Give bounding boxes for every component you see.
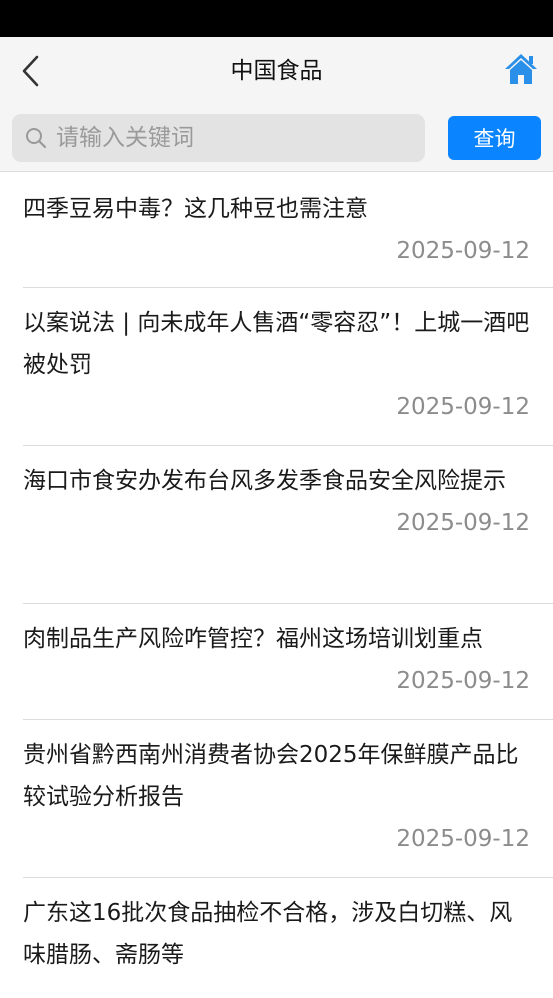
list-item[interactable]: 贵州省黔西南州消费者协会2025年保鲜膜产品比较试验分析报告 2025-09-1…	[23, 720, 553, 878]
news-title: 肉制品生产风险咋管控？福州这场培训划重点	[23, 626, 483, 652]
news-title: 广东这16批次食品抽检不合格，涉及白切糕、风味腊肠、斋肠等	[23, 900, 513, 968]
news-date: 2025-09-12	[396, 826, 530, 852]
list-item[interactable]: 广东这16批次食品抽检不合格，涉及白切糕、风味腊肠、斋肠等	[23, 878, 553, 998]
news-title: 以案说法 | 向未成年人售酒“零容忍”！上城一酒吧被处罚	[23, 310, 530, 378]
status-bar	[0, 0, 553, 37]
home-button[interactable]	[501, 49, 541, 89]
list-item[interactable]: 四季豆易中毒？这几种豆也需注意 2025-09-12	[23, 172, 553, 288]
news-date: 2025-09-12	[396, 238, 530, 264]
news-title: 四季豆易中毒？这几种豆也需注意	[23, 196, 368, 222]
page-title: 中国食品	[230, 58, 323, 84]
news-title: 海口市食安办发布台风多发季食品安全风险提示	[23, 468, 506, 494]
search-bar: 查询	[0, 105, 553, 172]
home-icon	[505, 54, 537, 84]
nav-bar: 中国食品	[0, 37, 553, 105]
news-date: 2025-09-12	[396, 510, 530, 536]
news-list: 四季豆易中毒？这几种豆也需注意 2025-09-12 以案说法 | 向未成年人售…	[0, 172, 553, 998]
search-icon	[24, 126, 48, 150]
search-button[interactable]: 查询	[448, 116, 541, 160]
list-item[interactable]: 海口市食安办发布台风多发季食品安全风险提示 2025-09-12	[23, 446, 553, 604]
search-box[interactable]	[12, 114, 425, 162]
search-input[interactable]	[56, 118, 425, 158]
news-date: 2025-09-12	[396, 668, 530, 694]
back-button[interactable]	[12, 51, 48, 91]
news-date: 2025-09-12	[396, 394, 530, 420]
news-title: 贵州省黔西南州消费者协会2025年保鲜膜产品比较试验分析报告	[23, 742, 519, 810]
list-item[interactable]: 肉制品生产风险咋管控？福州这场培训划重点 2025-09-12	[23, 604, 553, 720]
chevron-left-icon	[22, 55, 39, 87]
list-item[interactable]: 以案说法 | 向未成年人售酒“零容忍”！上城一酒吧被处罚 2025-09-12	[23, 288, 553, 446]
